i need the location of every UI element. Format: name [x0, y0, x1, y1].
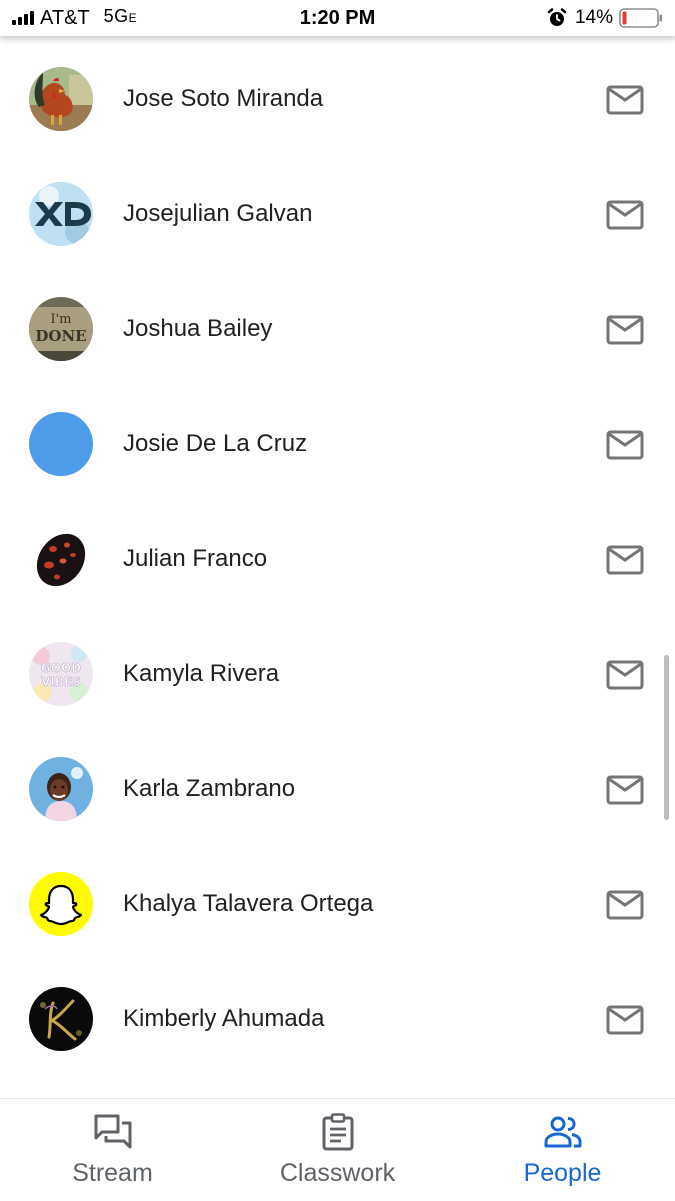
- person-row[interactable]: Josejulian Galvan: [0, 151, 675, 266]
- person-name[interactable]: Karla Zambrano: [123, 774, 295, 804]
- email-icon[interactable]: [606, 660, 644, 690]
- scrollbar[interactable]: [664, 655, 669, 820]
- person-row[interactable]: Kimberly Ahumada: [0, 956, 675, 1071]
- battery-icon: [619, 8, 662, 28]
- svg-text:DONE: DONE: [35, 327, 86, 345]
- stream-icon: [94, 1114, 131, 1149]
- battery-percent: 14%: [574, 7, 613, 28]
- good-vibes-graphic-icon: GOOD VIBES: [29, 642, 93, 706]
- email-icon[interactable]: [606, 200, 644, 230]
- email-icon[interactable]: [606, 430, 644, 460]
- avatar: [29, 527, 93, 591]
- email-icon[interactable]: [606, 775, 644, 805]
- email-icon[interactable]: [606, 85, 644, 115]
- person-name[interactable]: Kamyla Rivera: [123, 659, 279, 689]
- person-row[interactable]: Josie De La Cruz: [0, 381, 675, 496]
- person-row[interactable]: Khalya Talavera Ortega: [0, 841, 675, 956]
- girl-portrait-icon: [29, 757, 93, 821]
- avatar: [29, 67, 93, 131]
- status-bar: AT&T 5GE 1:20 PM 14%: [0, 0, 675, 36]
- person-name[interactable]: Josie De La Cruz: [123, 429, 307, 459]
- tab-classwork-label: Classwork: [279, 1159, 396, 1187]
- person-name[interactable]: Josejulian Galvan: [123, 199, 312, 229]
- classwork-icon: [322, 1113, 353, 1151]
- tab-stream[interactable]: Stream: [0, 1099, 225, 1201]
- spotted-egg-icon: [29, 527, 93, 591]
- person-row[interactable]: Jose Soto Miranda: [0, 36, 675, 151]
- avatar: [29, 412, 93, 476]
- letter-k-ornament-icon: [29, 987, 93, 1051]
- email-icon[interactable]: [606, 545, 644, 575]
- email-icon[interactable]: [606, 890, 644, 920]
- rooster-photo-icon: [29, 67, 93, 131]
- people-icon: [544, 1116, 581, 1148]
- im-done-sign-icon: I'm DONE: [29, 297, 93, 361]
- xd-graphic-icon: [29, 182, 93, 246]
- tab-people-label: People: [523, 1159, 602, 1187]
- email-icon[interactable]: [606, 315, 644, 345]
- avatar: [29, 182, 93, 246]
- alarm-icon: [547, 8, 567, 26]
- tab-classwork[interactable]: Classwork: [225, 1099, 450, 1201]
- svg-text:VIBES: VIBES: [41, 675, 81, 689]
- person-row[interactable]: Karla Zambrano: [0, 726, 675, 841]
- person-name[interactable]: Joshua Bailey: [123, 314, 272, 344]
- person-name[interactable]: Julian Franco: [123, 544, 267, 574]
- person-name[interactable]: Jose Soto Miranda: [123, 84, 323, 114]
- avatar: [29, 757, 93, 821]
- svg-text:GOOD: GOOD: [41, 661, 81, 675]
- svg-text:I'm: I'm: [50, 312, 71, 327]
- person-name[interactable]: Khalya Talavera Ortega: [123, 889, 373, 919]
- avatar: I'm DONE: [29, 297, 93, 361]
- people-list[interactable]: Jose Soto Miranda Josejulian Galvan I'm …: [0, 36, 675, 1098]
- email-icon[interactable]: [606, 1005, 644, 1035]
- snapchat-ghost-icon: [29, 872, 93, 936]
- person-row[interactable]: I'm DONE Joshua Bailey: [0, 266, 675, 381]
- bottom-nav: Stream Classwork People: [0, 1098, 675, 1201]
- person-row[interactable]: GOOD VIBES Kamyla Rivera: [0, 611, 675, 726]
- tab-stream-label: Stream: [72, 1159, 153, 1187]
- person-name[interactable]: Kimberly Ahumada: [123, 1004, 324, 1034]
- avatar: GOOD VIBES: [29, 642, 93, 706]
- solid-blue-icon: [29, 412, 93, 476]
- tab-people[interactable]: People: [450, 1099, 675, 1201]
- avatar: [29, 987, 93, 1051]
- person-row[interactable]: Julian Franco: [0, 496, 675, 611]
- status-right: 14%: [547, 6, 663, 30]
- avatar: [29, 872, 93, 936]
